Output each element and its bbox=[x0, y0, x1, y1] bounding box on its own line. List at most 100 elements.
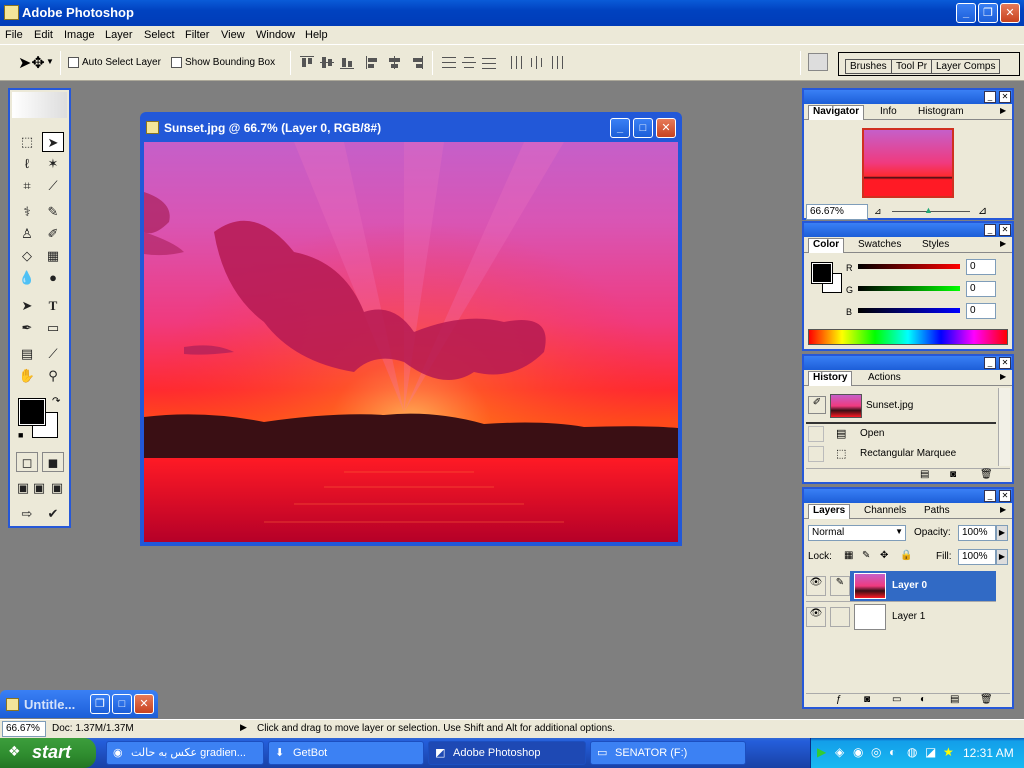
layer-name[interactable]: Layer 1 bbox=[892, 611, 925, 622]
palette-well-tab-brushes[interactable]: Brushes bbox=[845, 59, 892, 74]
color-fg-swatch[interactable] bbox=[811, 262, 833, 284]
slice-tool-icon[interactable]: ⟋ bbox=[42, 176, 64, 196]
pen-tool-icon[interactable]: ✒ bbox=[16, 318, 38, 338]
move-tool-preset-icon[interactable]: ➤✥ bbox=[18, 53, 45, 73]
minimized-close-button[interactable]: ✕ bbox=[134, 694, 154, 714]
history-brush-source-icon[interactable]: ✐ bbox=[808, 396, 826, 414]
trash-icon[interactable]: 🗑 bbox=[980, 469, 993, 480]
tab-swatches[interactable]: Swatches bbox=[854, 239, 905, 250]
play-icon[interactable]: ▶ bbox=[817, 745, 826, 759]
tray-app-icon[interactable]: ◐ bbox=[889, 745, 896, 759]
align-vcenter-icon[interactable] bbox=[320, 56, 334, 69]
marquee-tool-icon[interactable]: ⬚ bbox=[16, 132, 38, 152]
taskbar-button-firefox[interactable]: ◉ عکس به حالت gradien... bbox=[106, 741, 264, 765]
chevron-down-icon[interactable]: ▼ bbox=[46, 57, 54, 66]
tab-history[interactable]: History bbox=[808, 371, 853, 386]
swap-colors-icon[interactable]: ↷ bbox=[52, 396, 60, 407]
feather-logo-icon[interactable] bbox=[12, 92, 67, 118]
start-button[interactable]: ❖ start bbox=[0, 738, 96, 768]
clock[interactable]: 12:31 AM bbox=[963, 746, 1014, 760]
new-layer-icon[interactable]: ▤ bbox=[950, 694, 959, 705]
panel-close-button[interactable]: ✕ bbox=[999, 357, 1011, 369]
app-titlebar[interactable]: Adobe Photoshop _ ❐ ✕ bbox=[0, 0, 1024, 26]
layer-row[interactable]: 👁 ✎ Layer 0 bbox=[806, 571, 996, 601]
tray-app-icon[interactable]: ◍ bbox=[907, 745, 917, 759]
history-snapshot-thumbnail[interactable] bbox=[830, 394, 862, 418]
menu-layer[interactable]: Layer bbox=[105, 29, 133, 41]
trash-icon[interactable]: 🗑 bbox=[980, 694, 993, 705]
zoom-tool-icon[interactable]: ⚲ bbox=[42, 366, 64, 386]
menu-edit[interactable]: Edit bbox=[34, 29, 53, 41]
distribute-bottom-icon[interactable] bbox=[482, 56, 496, 69]
status-zoom-field[interactable]: 66.67% bbox=[2, 721, 46, 737]
tab-color[interactable]: Color bbox=[808, 238, 845, 253]
layer-style-icon[interactable]: ƒ bbox=[836, 694, 842, 705]
clone-stamp-tool-icon[interactable]: ♙ bbox=[16, 224, 38, 244]
palette-well-tab-layer-comps[interactable]: Layer Comps bbox=[931, 59, 1001, 74]
taskbar-button-senator[interactable]: ▭ SENATOR (F:) bbox=[590, 741, 746, 765]
lock-image-icon[interactable]: ✎ bbox=[862, 550, 870, 561]
panel-minimize-button[interactable]: _ bbox=[984, 490, 996, 502]
zoom-slider-thumb[interactable]: ▲ bbox=[924, 205, 933, 215]
distribute-hcenter-icon[interactable] bbox=[530, 56, 544, 69]
new-document-icon[interactable]: ▤ bbox=[920, 469, 929, 480]
zoom-in-icon[interactable]: ⊿ bbox=[978, 204, 987, 217]
magic-wand-tool-icon[interactable]: ✶ bbox=[42, 154, 64, 174]
healing-brush-tool-icon[interactable]: ⚕ bbox=[16, 202, 38, 222]
jump-to-imageready-icon[interactable]: ⇨ bbox=[16, 504, 38, 524]
tab-layers[interactable]: Layers bbox=[808, 504, 851, 519]
quick-mask-mode-icon[interactable]: ◼ bbox=[42, 452, 64, 472]
blur-tool-icon[interactable]: 💧 bbox=[16, 268, 38, 288]
align-left-icon[interactable] bbox=[366, 56, 380, 69]
opacity-field[interactable]: 100% bbox=[958, 525, 996, 541]
distribute-left-icon[interactable] bbox=[510, 56, 524, 69]
red-slider[interactable] bbox=[858, 264, 960, 269]
foreground-color-swatch[interactable] bbox=[18, 398, 46, 426]
tab-actions[interactable]: Actions bbox=[864, 372, 905, 383]
history-state-checkbox[interactable] bbox=[808, 426, 824, 442]
hand-tool-icon[interactable]: ✋ bbox=[16, 366, 38, 386]
history-state-checkbox[interactable] bbox=[808, 446, 824, 462]
green-value-field[interactable]: 0 bbox=[966, 281, 996, 297]
menu-file[interactable]: File bbox=[5, 29, 23, 41]
tab-info[interactable]: Info bbox=[876, 106, 901, 117]
file-browser-icon[interactable] bbox=[808, 53, 828, 71]
fill-slider-button[interactable]: ▶ bbox=[996, 549, 1008, 565]
history-item[interactable]: Rectangular Marquee bbox=[860, 448, 956, 459]
path-selection-tool-icon[interactable]: ➤ bbox=[16, 296, 38, 316]
red-value-field[interactable]: 0 bbox=[966, 259, 996, 275]
distribute-vcenter-icon[interactable] bbox=[462, 56, 476, 69]
history-brush-tool-icon[interactable]: ✐ bbox=[42, 224, 64, 244]
minimized-document-window[interactable]: Untitle... ❐ □ ✕ bbox=[0, 690, 158, 718]
zoom-out-icon[interactable]: ⊿ bbox=[874, 206, 882, 217]
imageready-icon[interactable]: ✔ bbox=[42, 504, 64, 524]
show-bounding-checkbox[interactable] bbox=[171, 57, 182, 68]
distribute-right-icon[interactable] bbox=[550, 56, 564, 69]
panel-menu-icon[interactable]: ▶ bbox=[996, 239, 1010, 248]
lasso-tool-icon[interactable]: ℓ bbox=[16, 154, 38, 174]
crop-tool-icon[interactable]: ⌗ bbox=[16, 176, 38, 196]
close-button[interactable]: ✕ bbox=[1000, 3, 1020, 23]
tray-app-icon[interactable]: ◉ bbox=[853, 745, 863, 759]
tab-navigator[interactable]: Navigator bbox=[808, 105, 865, 120]
network-icon[interactable]: ◪ bbox=[925, 745, 936, 759]
layer-link-box[interactable] bbox=[830, 607, 850, 627]
color-ramp-spectrum[interactable] bbox=[808, 329, 1008, 345]
blue-value-field[interactable]: 0 bbox=[966, 303, 996, 319]
gradient-tool-icon[interactable]: ▦ bbox=[42, 246, 64, 266]
restore-button[interactable]: ❐ bbox=[978, 3, 998, 23]
visibility-eye-icon[interactable]: 👁 bbox=[806, 576, 826, 596]
menu-select[interactable]: Select bbox=[144, 29, 175, 41]
minimized-restore-button[interactable]: ❐ bbox=[90, 694, 110, 714]
tab-paths[interactable]: Paths bbox=[920, 505, 954, 516]
align-right-icon[interactable] bbox=[410, 56, 424, 69]
fill-field[interactable]: 100% bbox=[958, 549, 996, 565]
document-minimize-button[interactable]: _ bbox=[610, 118, 630, 138]
brush-tool-icon[interactable]: ✎ bbox=[42, 202, 64, 222]
menu-help[interactable]: Help bbox=[305, 29, 328, 41]
adjustment-layer-icon[interactable]: ◐ bbox=[920, 694, 926, 705]
lock-all-icon[interactable]: 🔒 bbox=[900, 550, 912, 561]
navigator-zoom-field[interactable]: 66.67% bbox=[806, 204, 868, 220]
lock-transparent-icon[interactable]: ▦ bbox=[844, 550, 853, 561]
history-item[interactable]: Open bbox=[860, 428, 884, 439]
